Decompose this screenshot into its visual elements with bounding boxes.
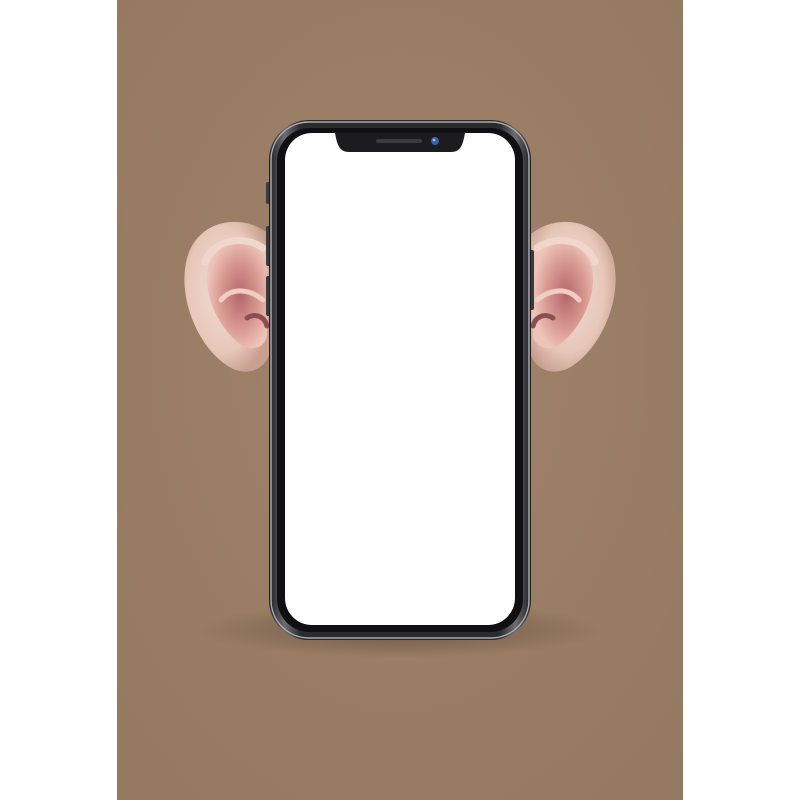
- illustration: [117, 0, 683, 800]
- smartphone: [269, 120, 531, 640]
- camera-glint: [432, 138, 436, 142]
- phone-screen: [285, 133, 515, 625]
- poster-background: [117, 0, 683, 800]
- speaker-grille: [376, 139, 422, 143]
- page: [0, 0, 800, 800]
- front-camera: [431, 137, 439, 145]
